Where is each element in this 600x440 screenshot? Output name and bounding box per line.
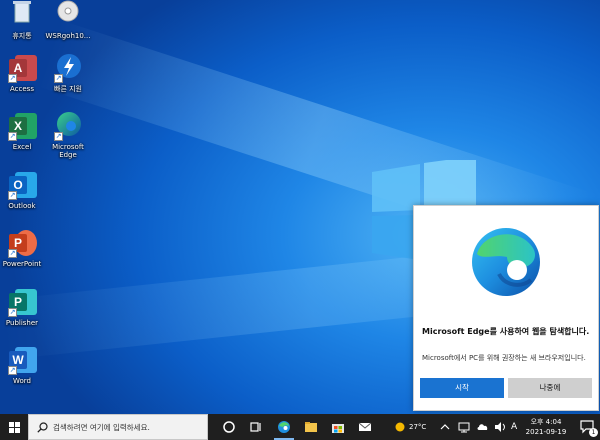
word-icon: W ↗ xyxy=(7,345,37,375)
taskbar-file-explorer-button[interactable] xyxy=(298,414,324,440)
publisher-icon: P ↗ xyxy=(7,287,37,317)
desktop-icon-word[interactable]: W ↗ Word xyxy=(0,345,46,385)
shortcut-arrow-icon: ↗ xyxy=(8,191,17,200)
notification-count-badge: 1 xyxy=(589,428,598,437)
volume-speaker-icon[interactable] xyxy=(494,421,506,433)
weather-sun-icon[interactable] xyxy=(394,421,406,433)
task-view-icon xyxy=(250,422,261,432)
shortcut-arrow-icon: ↗ xyxy=(8,308,17,317)
shortcut-arrow-icon: ↗ xyxy=(54,132,63,141)
cd-disc-icon xyxy=(53,0,83,30)
task-view-button[interactable] xyxy=(243,414,269,440)
toast-title: Microsoft Edge를 사용하여 웹을 탐색합니다. xyxy=(422,327,590,336)
shortcut-arrow-icon: ↗ xyxy=(8,74,17,83)
shortcut-arrow-icon: ↗ xyxy=(54,74,63,83)
shortcut-arrow-icon: ↗ xyxy=(8,366,17,375)
network-ethernet-icon[interactable] xyxy=(458,421,470,433)
store-bag-icon xyxy=(332,424,344,433)
taskbar-search-box[interactable]: 검색하려면 여기에 입력하세요. xyxy=(28,414,208,440)
windows-logo-icon xyxy=(9,422,20,433)
desktop: 휴지통 WSRgoh10... A ↗ Access ↗ 빠른 지원 X ↗ E… xyxy=(0,0,600,414)
excel-icon: X ↗ xyxy=(7,111,37,141)
outlook-icon: O ↗ xyxy=(7,170,37,200)
start-button[interactable]: 시작 xyxy=(420,378,504,398)
desktop-icon-powerpoint[interactable]: P ↗ PowerPoint xyxy=(0,228,46,268)
desktop-icon-publisher[interactable]: P ↗ Publisher xyxy=(0,287,46,327)
edge-icon xyxy=(278,421,290,433)
taskbar: 검색하려면 여기에 입력하세요. 27°C A 오후 4:04 2021-09-… xyxy=(0,414,600,440)
clock-date: 2021-09-19 xyxy=(525,428,567,436)
taskbar-edge-button[interactable] xyxy=(271,414,297,440)
folder-icon xyxy=(305,422,317,432)
shortcut-arrow-icon: ↗ xyxy=(8,249,17,258)
taskbar-mail-button[interactable] xyxy=(352,414,378,440)
toast-description: Microsoft에서 PC를 위해 권장하는 새 브라우저입니다. xyxy=(422,354,586,362)
mail-icon xyxy=(358,422,372,431)
desktop-icon-recycle-bin[interactable]: 휴지통 xyxy=(0,0,46,40)
action-center-button[interactable]: 1 xyxy=(574,414,600,440)
access-icon: A ↗ xyxy=(7,53,37,83)
edge-notification-toast: Microsoft Edge를 사용하여 웹을 탐색합니다. Microsoft… xyxy=(413,205,599,411)
ime-language-indicator[interactable]: A xyxy=(511,422,517,432)
desktop-icon-excel[interactable]: X ↗ Excel xyxy=(0,111,46,151)
edge-icon xyxy=(469,224,544,299)
desktop-icon-quick-assist[interactable]: ↗ 빠른 지원 xyxy=(44,53,92,93)
desktop-icon-microsoft-edge[interactable]: ↗ Microsoft Edge xyxy=(44,111,92,159)
clock-time: 오후 4:04 xyxy=(530,418,562,426)
chevron-up-icon[interactable] xyxy=(440,423,450,431)
desktop-icon-access[interactable]: A ↗ Access xyxy=(0,53,46,93)
search-placeholder: 검색하려면 여기에 입력하세요. xyxy=(53,423,150,432)
cortana-button[interactable] xyxy=(216,414,242,440)
desktop-icon-outlook[interactable]: O ↗ Outlook xyxy=(0,170,46,210)
recycle-bin-icon xyxy=(7,0,37,30)
weather-temperature[interactable]: 27°C xyxy=(409,423,426,431)
powerpoint-icon: P ↗ xyxy=(7,228,37,258)
edge-icon: ↗ xyxy=(53,111,83,141)
shortcut-arrow-icon: ↗ xyxy=(8,132,17,141)
onedrive-cloud-icon[interactable] xyxy=(477,421,489,433)
later-button[interactable]: 나중에 xyxy=(508,378,592,398)
desktop-icon-wsr-disc[interactable]: WSRgoh10... xyxy=(44,0,92,40)
start-menu-button[interactable] xyxy=(0,414,28,440)
search-icon xyxy=(37,422,48,433)
quick-assist-icon: ↗ xyxy=(53,53,83,83)
taskbar-store-button[interactable] xyxy=(325,414,351,440)
cortana-circle-icon xyxy=(223,421,235,433)
taskbar-clock[interactable]: 오후 4:04 2021-09-19 xyxy=(520,417,572,437)
